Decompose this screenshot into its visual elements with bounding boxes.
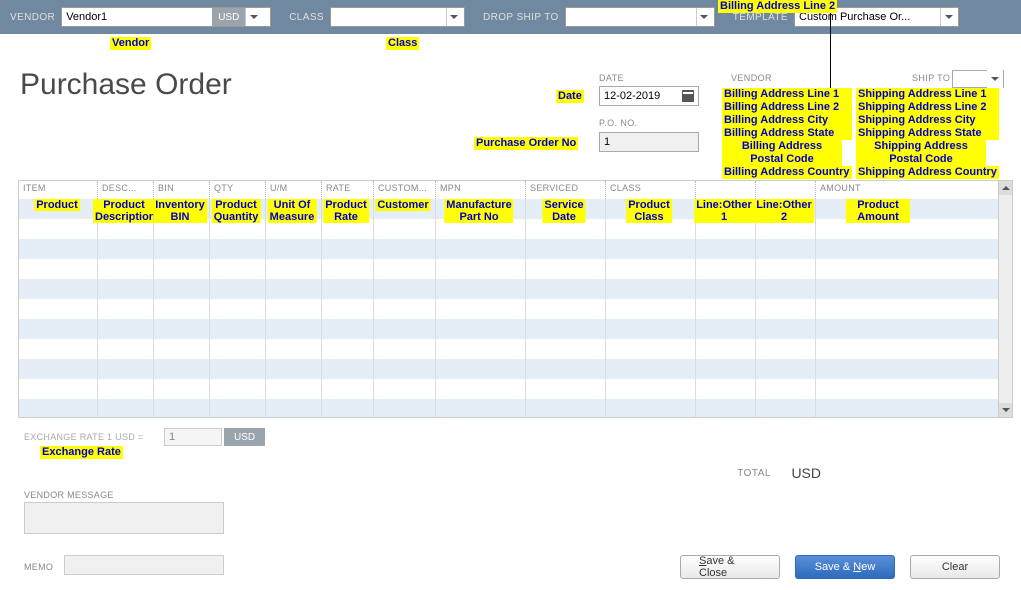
column-header[interactable]: MPN bbox=[435, 181, 525, 199]
shipto-combo[interactable] bbox=[952, 70, 1004, 88]
table-row[interactable] bbox=[19, 339, 998, 359]
template-label: TEMPLATE bbox=[733, 12, 788, 23]
column-header[interactable]: QTY bbox=[209, 181, 265, 199]
billing-line: Billing Address City bbox=[722, 114, 852, 127]
chevron-down-icon[interactable] bbox=[987, 70, 1003, 88]
billing-line: Billing Address State bbox=[722, 127, 852, 140]
column-header[interactable]: AMOUNT bbox=[815, 181, 943, 199]
column-header[interactable] bbox=[695, 181, 755, 199]
shipping-line: Shipping Address Line 2 bbox=[856, 101, 999, 114]
annot-po-no: Purchase Order No bbox=[474, 137, 578, 150]
grid-rows[interactable] bbox=[19, 199, 998, 417]
save-and-close-button[interactable]: Save & Close bbox=[680, 555, 780, 579]
column-header[interactable]: CUSTOM... bbox=[373, 181, 435, 199]
shipping-line: Shipping Address Line 1 bbox=[856, 88, 999, 101]
vendor-address-label: VENDOR bbox=[731, 73, 772, 83]
page-title: Purchase Order bbox=[20, 68, 232, 102]
exchange-rate-value: 1 bbox=[169, 431, 175, 443]
billing-line: Billing Address Line 1 bbox=[722, 88, 852, 101]
date-input[interactable]: 12-02-2019 bbox=[599, 86, 699, 106]
column-header[interactable]: RATE bbox=[321, 181, 373, 199]
column-header[interactable]: ITEM bbox=[19, 181, 97, 199]
column-header[interactable]: DESC... bbox=[97, 181, 153, 199]
scroll-down-arrow[interactable] bbox=[999, 403, 1012, 417]
shipping-line: Shipping Address Postal Code bbox=[856, 140, 986, 166]
date-value: 12-02-2019 bbox=[604, 90, 660, 102]
chevron-down-icon[interactable] bbox=[245, 8, 261, 26]
chevron-down-icon[interactable] bbox=[940, 8, 956, 26]
shipto-label: SHIP TO bbox=[912, 73, 950, 83]
table-row[interactable] bbox=[19, 299, 998, 319]
table-row[interactable] bbox=[19, 379, 998, 399]
memo-input[interactable] bbox=[64, 555, 224, 575]
chevron-down-icon[interactable] bbox=[696, 8, 712, 26]
scroll-up-arrow[interactable] bbox=[999, 181, 1012, 195]
pono-input[interactable]: 1 bbox=[599, 132, 699, 152]
exchange-rate-label: EXCHANGE RATE 1 USD = bbox=[24, 432, 143, 442]
vendor-message-input[interactable] bbox=[24, 502, 224, 534]
shipping-line: Shipping Address State bbox=[856, 127, 999, 140]
vendor-label: VENDOR bbox=[10, 12, 55, 23]
exchange-rate-currency-badge: USD bbox=[224, 428, 265, 446]
total-label: TOTAL bbox=[737, 468, 771, 479]
billing-line: Billing Address Postal Code bbox=[722, 140, 842, 166]
table-row[interactable] bbox=[19, 359, 998, 379]
billing-line: Billing Address Line 2 bbox=[722, 101, 852, 114]
billing-address-block: Billing Address Line 1 Billing Address L… bbox=[722, 88, 852, 179]
dropship-input[interactable] bbox=[566, 8, 696, 26]
shipping-address-block: Shipping Address Line 1 Shipping Address… bbox=[856, 88, 999, 179]
table-row[interactable] bbox=[19, 219, 998, 239]
total-currency: USD bbox=[791, 465, 821, 481]
shipping-line: Shipping Address City bbox=[856, 114, 999, 127]
column-header[interactable]: BIN bbox=[153, 181, 209, 199]
top-toolbar: VENDOR USD CLASS DROP SHIP TO TEMPLATE bbox=[0, 0, 1021, 34]
chevron-down-icon[interactable] bbox=[446, 8, 462, 26]
column-header[interactable]: CLASS bbox=[605, 181, 695, 199]
save-and-new-button[interactable]: Save & New bbox=[795, 555, 895, 579]
date-field-label: DATE bbox=[599, 73, 624, 83]
grid-column-headers: ITEMDESC...BINQTYU/MRATECUSTOM...MPNSERV… bbox=[19, 181, 998, 199]
vendor-currency-badge: USD bbox=[212, 8, 245, 26]
annot-class: Class bbox=[386, 37, 419, 50]
calendar-icon[interactable] bbox=[682, 90, 694, 102]
annot-vendor: Vendor bbox=[110, 37, 151, 50]
class-combo[interactable] bbox=[330, 7, 465, 27]
exchange-rate-input[interactable]: 1 bbox=[164, 428, 222, 446]
column-header[interactable] bbox=[755, 181, 815, 199]
pono-value: 1 bbox=[604, 136, 610, 148]
line-items-grid[interactable]: ITEMDESC...BINQTYU/MRATECUSTOM...MPNSERV… bbox=[18, 180, 1013, 418]
column-header[interactable]: U/M bbox=[265, 181, 321, 199]
column-header[interactable]: SERVICED bbox=[525, 181, 605, 199]
memo-label: MEMO bbox=[24, 562, 53, 572]
vertical-scrollbar[interactable] bbox=[998, 181, 1012, 417]
table-row[interactable] bbox=[19, 259, 998, 279]
annot-date: Date bbox=[556, 90, 584, 103]
table-row[interactable] bbox=[19, 279, 998, 299]
vendor-combo[interactable]: USD bbox=[61, 7, 271, 27]
vendor-input[interactable] bbox=[62, 8, 212, 26]
dropship-label: DROP SHIP TO bbox=[483, 12, 559, 23]
billing-line: Billing Address Country bbox=[722, 166, 852, 179]
class-label: CLASS bbox=[289, 12, 324, 23]
vendor-message-label: VENDOR MESSAGE bbox=[24, 490, 114, 500]
pono-field-label: P.O. NO. bbox=[599, 118, 638, 128]
dropship-combo[interactable] bbox=[565, 7, 715, 27]
table-row[interactable] bbox=[19, 399, 998, 418]
table-row[interactable] bbox=[19, 319, 998, 339]
class-input[interactable] bbox=[331, 8, 446, 26]
clear-button[interactable]: Clear bbox=[910, 555, 1000, 579]
annot-exchange-rate: Exchange Rate bbox=[40, 446, 123, 459]
annot-billing-line2-top: Billing Address Line 2 bbox=[718, 0, 837, 13]
table-row[interactable] bbox=[19, 239, 998, 259]
table-row[interactable] bbox=[19, 199, 998, 219]
shipping-line: Shipping Address Country bbox=[856, 166, 999, 179]
